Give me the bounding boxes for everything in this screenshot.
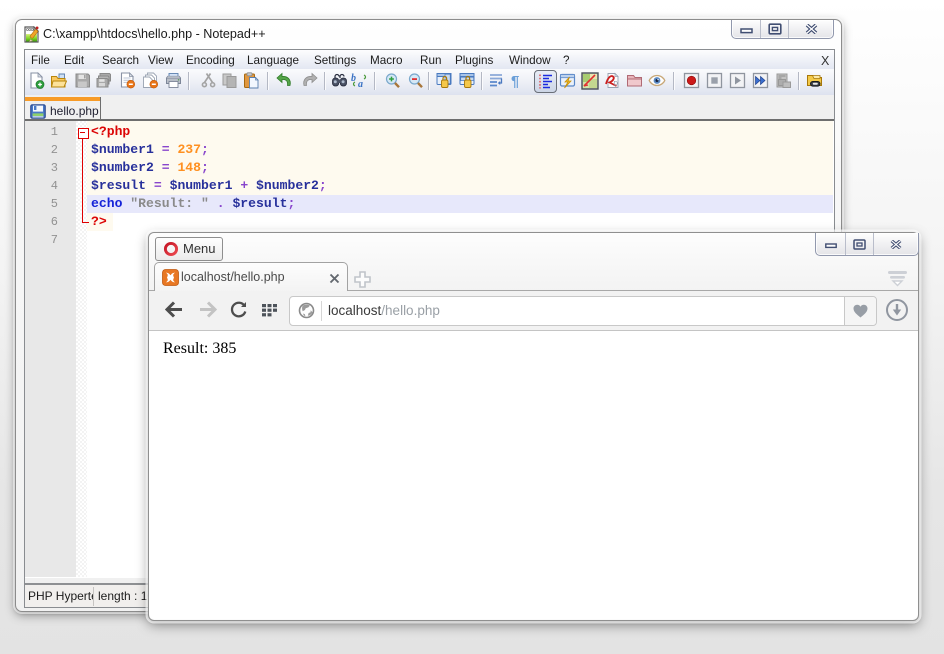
- svg-text:b: b: [351, 73, 356, 84]
- svg-text:D: D: [614, 82, 619, 88]
- svg-text:¶: ¶: [511, 73, 519, 89]
- svg-text:a: a: [358, 79, 363, 89]
